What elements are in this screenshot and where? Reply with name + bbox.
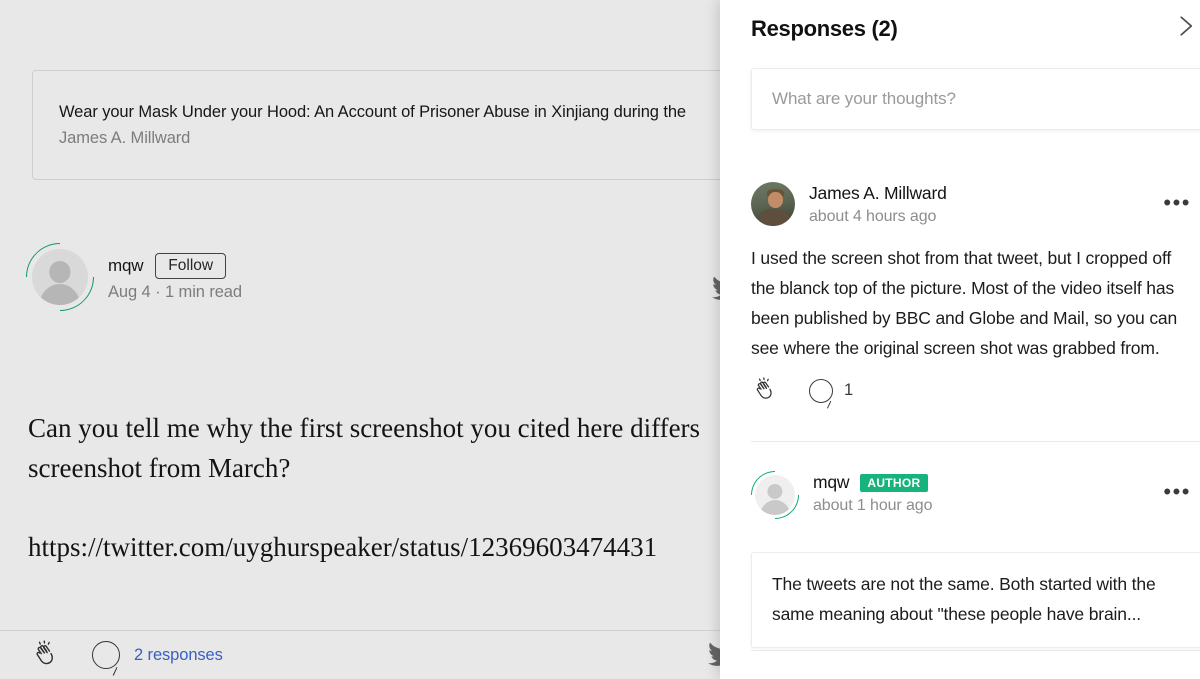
clap-icon[interactable] bbox=[751, 377, 778, 404]
clap-icon[interactable] bbox=[30, 640, 60, 670]
response-timestamp: about 1 hour ago bbox=[813, 497, 933, 514]
author-name[interactable]: mqw bbox=[108, 256, 143, 276]
avatar[interactable] bbox=[751, 471, 799, 519]
panel-title: Responses (2) bbox=[751, 15, 898, 41]
embedded-article-card[interactable]: Wear your Mask Under your Hood: An Accou… bbox=[32, 70, 740, 180]
article-meta: Aug 4 · 1 min read bbox=[108, 282, 242, 301]
follow-button[interactable]: Follow bbox=[155, 252, 227, 279]
photo-avatar-icon bbox=[751, 182, 795, 226]
chevron-right-icon[interactable] bbox=[1170, 9, 1200, 43]
response-meta: James A. Millward about 4 hours ago bbox=[809, 182, 947, 226]
byline-name-row: mqw Follow bbox=[108, 252, 242, 279]
response-timestamp: about 4 hours ago bbox=[809, 208, 937, 225]
responses-count-link[interactable]: 2 responses bbox=[134, 646, 223, 665]
reply-input[interactable]: What are your thoughts? bbox=[751, 68, 1200, 130]
response-header: mqw AUTHOR about 1 hour ago ••• bbox=[720, 471, 1200, 519]
response-item: mqw AUTHOR about 1 hour ago ••• bbox=[720, 471, 1200, 519]
embedded-article-author: James A. Millward bbox=[59, 129, 191, 147]
article-link[interactable]: https://twitter.com/uyghurspeaker/status… bbox=[28, 527, 740, 567]
response-comment-count: 1 bbox=[844, 381, 854, 399]
article-footer-bar: 2 responses bbox=[0, 630, 740, 679]
default-avatar-icon bbox=[32, 249, 88, 305]
default-avatar-icon bbox=[755, 475, 795, 515]
response-name-row: mqw AUTHOR bbox=[813, 472, 932, 493]
more-horizontal-icon[interactable]: ••• bbox=[1163, 192, 1191, 214]
response-quote-card[interactable]: The tweets are not the same. Both starte… bbox=[751, 552, 1200, 648]
response-meta: mqw AUTHOR about 1 hour ago bbox=[813, 471, 933, 515]
panel-header: Responses (2) bbox=[720, 0, 1200, 57]
response-actions: 1 bbox=[720, 377, 1200, 404]
divider bbox=[751, 650, 1200, 651]
reply-placeholder: What are your thoughts? bbox=[772, 89, 956, 108]
article-paragraph: Can you tell me why the first screenshot… bbox=[28, 413, 701, 483]
article-byline: mqw Follow Aug 4 · 1 min read bbox=[26, 243, 242, 311]
response-author[interactable]: mqw bbox=[813, 472, 850, 493]
more-horizontal-icon[interactable]: ••• bbox=[1163, 481, 1191, 503]
avatar[interactable] bbox=[751, 182, 795, 226]
embedded-article-title: Wear your Mask Under your Hood: An Accou… bbox=[59, 103, 686, 121]
comment-bubble-icon[interactable] bbox=[809, 378, 833, 403]
divider bbox=[751, 441, 1200, 442]
avatar[interactable] bbox=[26, 243, 94, 311]
footer-actions: 2 responses bbox=[0, 640, 223, 670]
response-text: I used the screen shot from that tweet, … bbox=[751, 248, 1178, 358]
response-author[interactable]: James A. Millward bbox=[809, 183, 947, 204]
comment-bubble-icon[interactable] bbox=[92, 641, 120, 669]
response-header: James A. Millward about 4 hours ago ••• bbox=[720, 182, 1200, 226]
byline-text: mqw Follow Aug 4 · 1 min read bbox=[108, 252, 242, 302]
app-root: Wear your Mask Under your Hood: An Accou… bbox=[0, 0, 1200, 679]
author-badge: AUTHOR bbox=[860, 473, 928, 492]
response-item: James A. Millward about 4 hours ago ••• … bbox=[720, 182, 1200, 404]
response-name-row: James A. Millward bbox=[809, 183, 947, 204]
article-page: Wear your Mask Under your Hood: An Accou… bbox=[0, 0, 740, 679]
responses-panel: Responses (2) What are your thoughts? Ja… bbox=[720, 0, 1200, 679]
